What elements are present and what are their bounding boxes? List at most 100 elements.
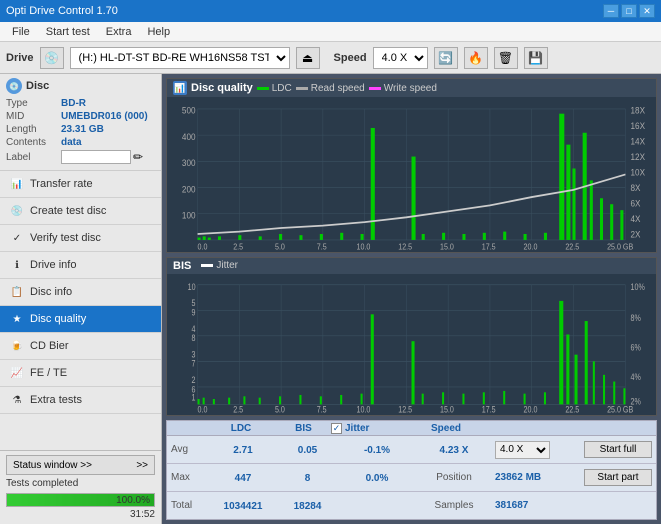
svg-text:300: 300 xyxy=(182,157,196,168)
disc-length-value: 23.31 GB xyxy=(61,124,104,135)
svg-text:22.5: 22.5 xyxy=(565,242,579,252)
svg-text:400: 400 xyxy=(182,131,196,142)
drive-select[interactable]: (H:) HL-DT-ST BD-RE WH16NS58 TST4 xyxy=(70,47,290,69)
bis-chart-panel: BIS Jitter xyxy=(166,257,657,416)
stats-jitter-header: ✓ Jitter xyxy=(331,423,411,434)
menu-file[interactable]: File xyxy=(4,24,38,40)
burn-button[interactable]: 🔥 xyxy=(464,47,488,69)
erase-button[interactable]: 🗑 xyxy=(494,47,518,69)
eject-button[interactable]: ⏏ xyxy=(296,47,320,69)
disc-quality-icon: ★ xyxy=(10,312,24,326)
start-part-container: Start part xyxy=(584,469,652,486)
nav-disc-info[interactable]: 📋 Disc info xyxy=(0,279,161,306)
disc-type-row: Type BD-R xyxy=(6,98,155,109)
svg-text:25.0 GB: 25.0 GB xyxy=(607,242,633,252)
svg-text:0.0: 0.0 xyxy=(198,242,208,252)
create-test-disc-icon: 💿 xyxy=(10,204,24,218)
stats-speed-select[interactable]: 4.0 X xyxy=(495,441,550,459)
minimize-button[interactable]: ─ xyxy=(603,4,619,18)
nav-section: 📊 Transfer rate 💿 Create test disc ✓ Ver… xyxy=(0,171,161,450)
nav-drive-info[interactable]: ℹ Drive info xyxy=(0,252,161,279)
svg-text:6X: 6X xyxy=(631,198,641,209)
maximize-button[interactable]: □ xyxy=(621,4,637,18)
legend-jitter: Jitter xyxy=(201,260,238,271)
left-panel: 💿 Disc Type BD-R MID UMEBDR016 (000) Len… xyxy=(0,74,162,524)
jitter-checkbox[interactable]: ✓ xyxy=(331,423,342,434)
ldc-chart-svg: 500 400 300 200 100 18X 16X 14X 12X 10X … xyxy=(167,97,656,252)
cd-bier-icon: 🍺 xyxy=(10,339,24,353)
nav-cd-bier[interactable]: 🍺 CD Bier xyxy=(0,333,161,360)
stats-total-label: Total xyxy=(171,500,206,511)
svg-text:14X: 14X xyxy=(631,136,646,147)
nav-disc-info-label: Disc info xyxy=(30,286,72,298)
svg-text:10: 10 xyxy=(188,281,196,292)
svg-text:2: 2 xyxy=(192,374,196,385)
nav-fe-te[interactable]: 📈 FE / TE xyxy=(0,360,161,387)
status-window-button[interactable]: Status window >> >> xyxy=(6,455,155,475)
disc-contents-label: Contents xyxy=(6,137,61,148)
legend-read-speed: Read speed xyxy=(296,83,365,94)
nav-create-test-disc[interactable]: 💿 Create test disc xyxy=(0,198,161,225)
disc-label-row: Label ✏ xyxy=(6,150,155,164)
start-buttons-container: Start full xyxy=(584,441,652,458)
svg-text:16X: 16X xyxy=(631,121,646,132)
menu-help[interactable]: Help xyxy=(139,24,178,40)
nav-verify-test-disc[interactable]: ✓ Verify test disc xyxy=(0,225,161,252)
legend-jitter-dot xyxy=(201,264,213,267)
menu-start-test[interactable]: Start test xyxy=(38,24,98,40)
label-edit-icon[interactable]: ✏ xyxy=(133,150,143,164)
nav-transfer-rate[interactable]: 📊 Transfer rate xyxy=(0,171,161,198)
svg-text:4X: 4X xyxy=(631,213,641,224)
start-full-button[interactable]: Start full xyxy=(584,441,652,458)
disc-mid-row: MID UMEBDR016 (000) xyxy=(6,111,155,122)
close-button[interactable]: ✕ xyxy=(639,4,655,18)
stats-total-bis: 18284 xyxy=(280,500,335,512)
chart-icon: 📊 xyxy=(173,81,187,95)
stats-max-bis: 8 xyxy=(280,472,335,484)
disc-section-icon: 💿 xyxy=(6,78,22,94)
extra-tests-icon: ⚗ xyxy=(10,393,24,407)
speed-select[interactable]: 4.0 X xyxy=(373,47,428,69)
disc-label-input[interactable] xyxy=(61,150,131,164)
stats-avg-label: Avg xyxy=(171,444,206,455)
stats-avg-bis: 0.05 xyxy=(280,444,335,456)
nav-disc-quality[interactable]: ★ Disc quality xyxy=(0,306,161,333)
ldc-chart-area: 500 400 300 200 100 18X 16X 14X 12X 10X … xyxy=(167,97,656,252)
bis-chart-area: 10 9 8 7 6 5 4 3 2 1 10% 8% 6% 4% 2% xyxy=(167,274,656,415)
progress-bar: 100.0% xyxy=(6,493,155,507)
stats-total-ldc: 1034421 xyxy=(208,500,278,512)
save-button[interactable]: 💾 xyxy=(524,47,548,69)
legend-write-speed: Write speed xyxy=(369,83,437,94)
disc-section: 💿 Disc Type BD-R MID UMEBDR016 (000) Len… xyxy=(0,74,161,171)
drive-label: Drive xyxy=(6,52,34,64)
drive-icon: 💿 xyxy=(40,47,64,69)
svg-text:20.0: 20.0 xyxy=(524,403,538,414)
svg-text:17.5: 17.5 xyxy=(482,403,496,414)
svg-text:6%: 6% xyxy=(631,341,642,352)
stats-position-val: 23862 MB xyxy=(495,472,541,483)
svg-text:17.5: 17.5 xyxy=(482,242,496,252)
tests-completed-label: Tests completed xyxy=(6,478,155,489)
menu-extra[interactable]: Extra xyxy=(98,24,140,40)
svg-text:5: 5 xyxy=(192,297,196,308)
fe-te-icon: 📈 xyxy=(10,366,24,380)
svg-text:100: 100 xyxy=(182,210,196,221)
svg-text:2.5: 2.5 xyxy=(233,403,243,414)
nav-drive-info-label: Drive info xyxy=(30,259,76,271)
svg-text:7.5: 7.5 xyxy=(317,242,327,252)
speed-select-container: 4.0 X xyxy=(495,441,550,459)
nav-transfer-rate-label: Transfer rate xyxy=(30,178,93,190)
nav-extra-tests[interactable]: ⚗ Extra tests xyxy=(0,387,161,414)
start-part-button[interactable]: Start part xyxy=(584,469,652,486)
svg-text:10X: 10X xyxy=(631,167,646,178)
svg-text:200: 200 xyxy=(182,184,196,195)
refresh-button[interactable]: 🔄 xyxy=(434,47,458,69)
svg-text:4: 4 xyxy=(192,323,196,334)
svg-text:10.0: 10.0 xyxy=(356,242,370,252)
svg-text:0.0: 0.0 xyxy=(198,403,208,414)
svg-text:10.0: 10.0 xyxy=(356,403,370,414)
svg-text:3: 3 xyxy=(192,348,196,359)
stats-samples-label: Samples xyxy=(419,500,489,511)
legend-ldc: LDC xyxy=(257,83,292,94)
disc-mid-label: MID xyxy=(6,111,61,122)
